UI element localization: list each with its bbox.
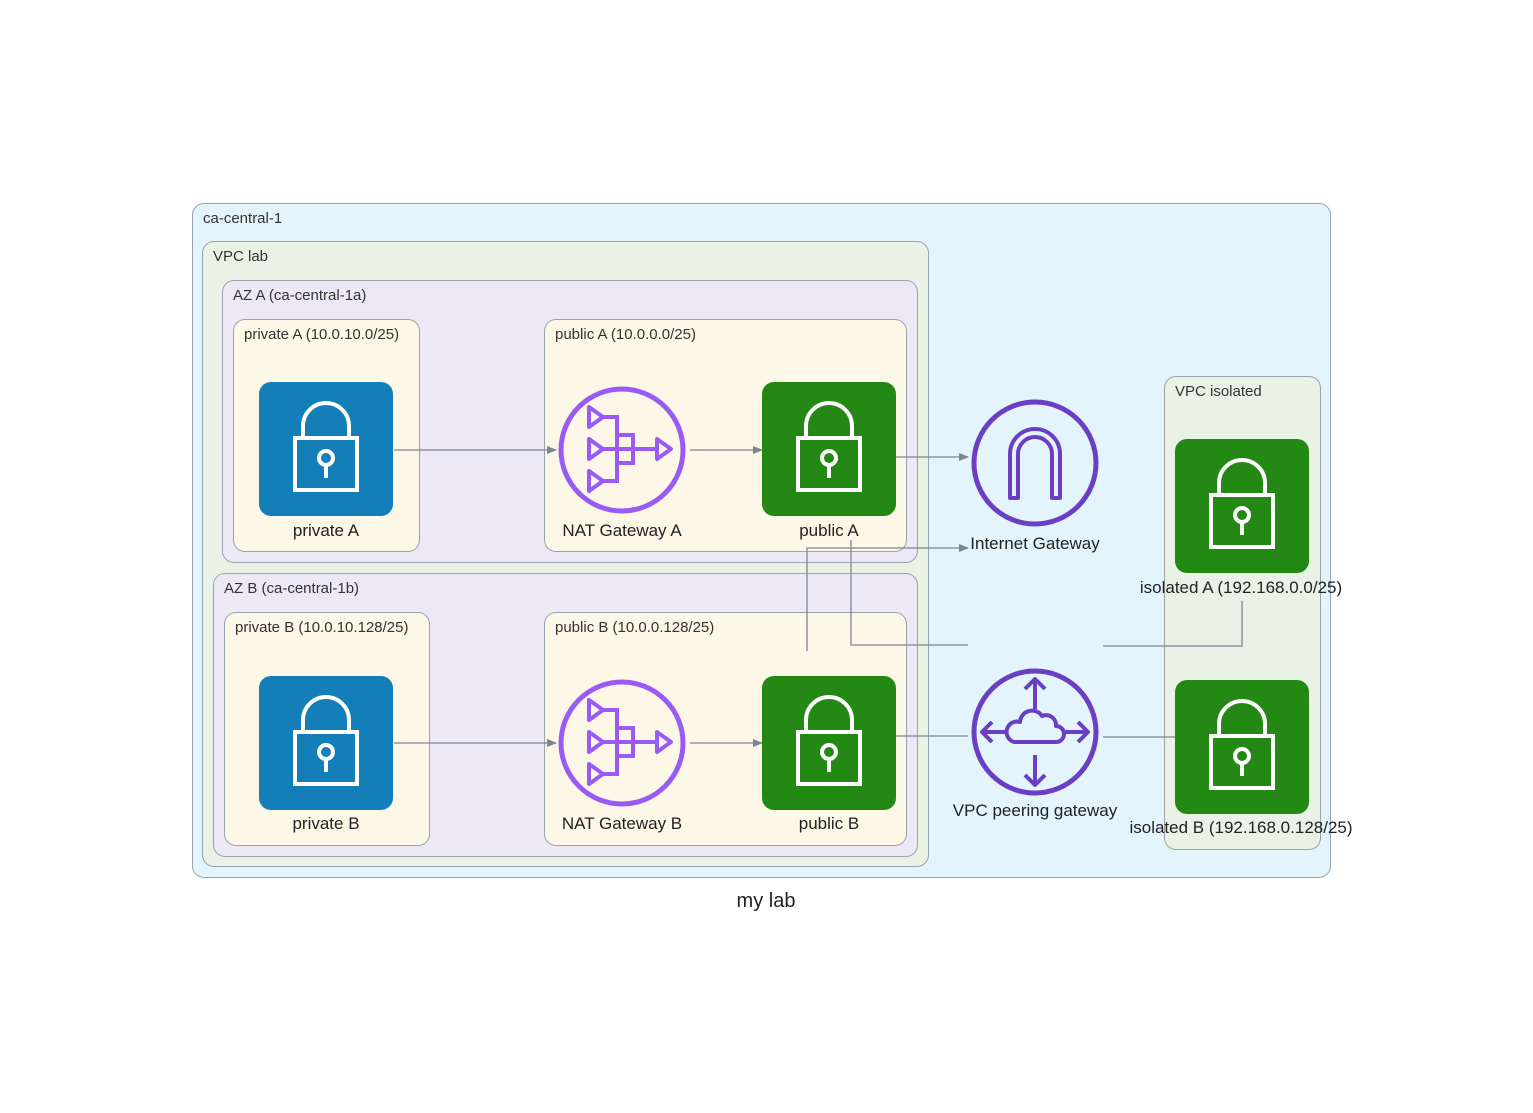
nat-a-label: NAT Gateway A bbox=[562, 521, 682, 540]
private-a-label: private A bbox=[292, 521, 360, 540]
internet-gateway-label: Internet Gateway bbox=[970, 534, 1100, 553]
public-b-label: public B bbox=[798, 814, 860, 833]
isolated-b-label: isolated B (192.168.0.128/25) bbox=[1129, 818, 1353, 837]
peering-gateway-icon bbox=[971, 668, 1099, 796]
nat-b-label: NAT Gateway B bbox=[561, 814, 683, 833]
nat-a-node[interactable] bbox=[557, 385, 687, 515]
public-a-label: public A bbox=[799, 521, 859, 540]
lock-icon bbox=[796, 401, 862, 492]
private-b-node[interactable] bbox=[259, 676, 393, 810]
edge-public-b-to-igw bbox=[806, 544, 969, 651]
isolated-a-node[interactable] bbox=[1175, 439, 1309, 573]
public-b-node[interactable] bbox=[762, 676, 896, 810]
internet-gateway-node[interactable] bbox=[970, 398, 1100, 528]
nat-b-node[interactable] bbox=[557, 678, 687, 808]
diagram-caption: my lab bbox=[736, 890, 796, 912]
lock-icon bbox=[1209, 699, 1275, 790]
private-b-label: private B bbox=[292, 814, 360, 833]
private-a-node[interactable] bbox=[259, 382, 393, 516]
isolated-a-label: isolated A (192.168.0.0/25) bbox=[1139, 578, 1343, 597]
peering-gateway-label: VPC peering gateway bbox=[952, 801, 1118, 820]
lock-icon bbox=[1209, 458, 1275, 549]
lock-icon bbox=[293, 695, 359, 786]
lock-icon bbox=[293, 401, 359, 492]
peering-gateway-node[interactable] bbox=[970, 667, 1100, 797]
nat-gateway-icon bbox=[558, 679, 686, 807]
public-a-node[interactable] bbox=[762, 382, 896, 516]
lock-icon bbox=[796, 695, 862, 786]
internet-gateway-icon bbox=[971, 399, 1099, 527]
nat-gateway-icon bbox=[558, 386, 686, 514]
isolated-b-node[interactable] bbox=[1175, 680, 1309, 814]
